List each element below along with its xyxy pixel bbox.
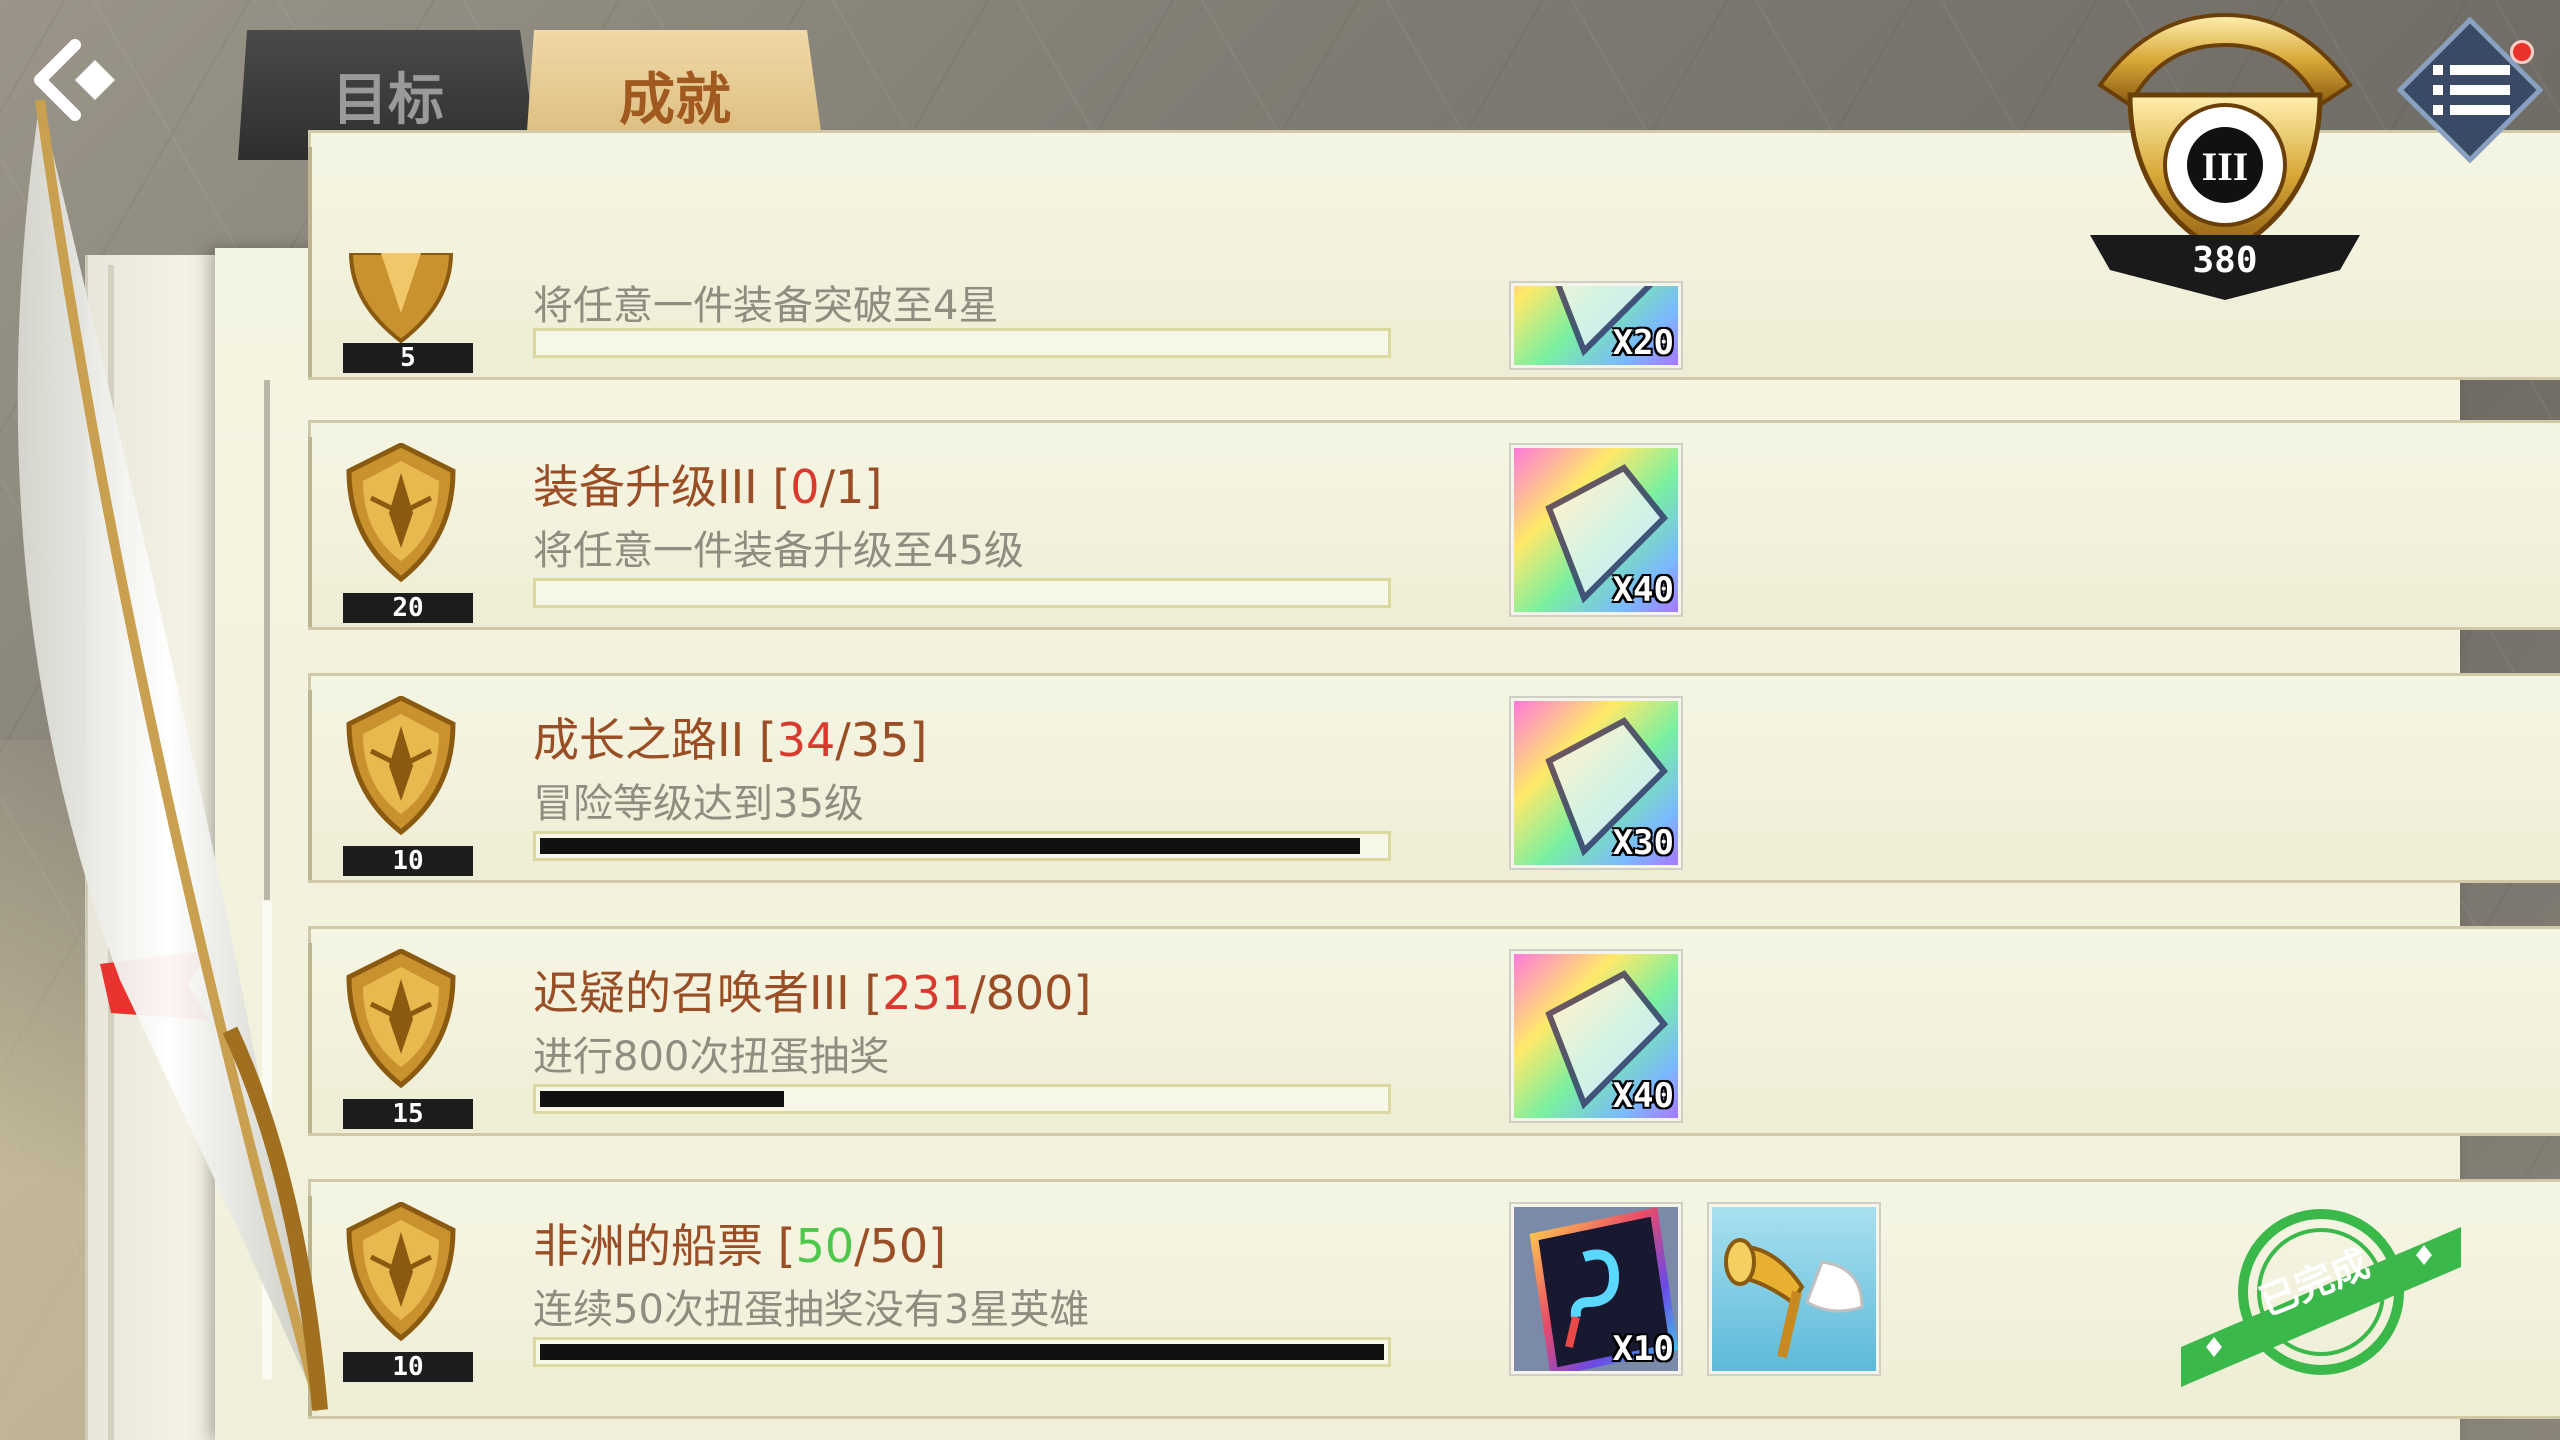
reward-count: X40 xyxy=(1612,570,1674,610)
reward-count: X10 xyxy=(1612,1329,1674,1369)
reward-item[interactable]: X40 xyxy=(1511,445,1681,615)
bracket-open: [ xyxy=(864,966,883,1020)
rank-points: 380 xyxy=(2192,240,2258,281)
achievement-title: 非洲的船票 [50/50] xyxy=(533,1210,946,1276)
reward-count: X40 xyxy=(1612,1076,1674,1116)
reward-item[interactable]: X20 xyxy=(1511,283,1681,368)
progress-fill xyxy=(540,1091,784,1107)
medal-points: 5 xyxy=(343,343,473,373)
progress-separator: / xyxy=(835,713,851,767)
bracket-close: ] xyxy=(928,1219,947,1273)
progress-total: 800 xyxy=(985,966,1074,1020)
title-text: 成长之路II xyxy=(533,713,745,767)
achievement-row: 20 装备升级III [0/1] 将任意一件装备升级至45级 X40 xyxy=(308,420,2560,630)
progress-fill xyxy=(540,1344,1384,1360)
back-arrow-icon xyxy=(34,39,115,121)
medal-points: 10 xyxy=(343,846,473,876)
shield-medal-icon xyxy=(346,1202,456,1342)
achievement-description: 冒险等级达到35级 xyxy=(533,781,864,827)
reward-count: X20 xyxy=(1612,323,1674,363)
achievement-description: 将任意一件装备突破至4星 xyxy=(533,283,999,329)
reward-item[interactable]: X30 xyxy=(1511,698,1681,868)
shield-medal-icon xyxy=(346,443,456,583)
progress-current: 0 xyxy=(790,460,820,514)
golden-horn-icon xyxy=(1712,1207,1876,1371)
progress-total: 50 xyxy=(869,1219,929,1273)
bracket-open: [ xyxy=(758,713,777,767)
progress-bar xyxy=(533,328,1391,358)
achievement-row: 10 非洲的船票 [50/50] 连续50次扭蛋抽奖没有3星英雄 X10 已完成 xyxy=(308,1179,2560,1419)
title-text: 非洲的船票 xyxy=(533,1219,763,1273)
progress-bar xyxy=(533,578,1391,608)
reward-item[interactable]: X40 xyxy=(1511,951,1681,1121)
progress-current: 34 xyxy=(776,713,836,767)
rank-roman: III xyxy=(2202,144,2249,189)
achievement-title: 装备升级III [0/1] xyxy=(533,451,882,517)
achievement-row: 10 成长之路II [34/35] 冒险等级达到35级 X30 xyxy=(308,673,2560,883)
bracket-open: [ xyxy=(772,460,791,514)
progress-current: 231 xyxy=(882,966,971,1020)
achievement-description: 连续50次扭蛋抽奖没有3星英雄 xyxy=(533,1287,1090,1333)
progress-current: 50 xyxy=(795,1219,855,1273)
bracket-close: ] xyxy=(1073,966,1092,1020)
progress-total: 1 xyxy=(835,460,865,514)
progress-separator: / xyxy=(970,966,986,1020)
achievement-title: 迟疑的召唤者III [231/800] xyxy=(533,957,1091,1023)
menu-button[interactable] xyxy=(2395,15,2545,165)
medal-points: 15 xyxy=(343,1099,473,1129)
progress-bar xyxy=(533,831,1391,861)
shield-medal-icon xyxy=(346,949,456,1089)
bracket-close: ] xyxy=(909,713,928,767)
medal-points: 10 xyxy=(343,1352,473,1382)
achievement-description: 进行800次扭蛋抽奖 xyxy=(533,1034,890,1080)
reward-item[interactable] xyxy=(1709,1204,1879,1374)
scrollbar-thumb[interactable] xyxy=(262,900,272,1380)
bracket-open: [ xyxy=(777,1219,796,1273)
progress-fill xyxy=(540,838,1360,854)
medal-points: 20 xyxy=(343,593,473,623)
title-text: 装备升级III xyxy=(533,460,758,514)
back-button[interactable] xyxy=(30,30,140,130)
shield-medal-icon xyxy=(348,253,454,343)
shield-medal-icon xyxy=(346,696,456,836)
progress-separator: / xyxy=(854,1219,870,1273)
achievement-row: 15 迟疑的召唤者III [231/800] 进行800次扭蛋抽奖 X40 xyxy=(308,926,2560,1136)
achievement-description: 将任意一件装备升级至45级 xyxy=(533,528,1024,574)
achievement-title: 成长之路II [34/35] xyxy=(533,704,927,770)
reward-item[interactable]: X10 xyxy=(1511,1204,1681,1374)
progress-separator: / xyxy=(819,460,836,514)
progress-total: 35 xyxy=(850,713,910,767)
progress-bar xyxy=(533,1337,1391,1367)
title-text: 迟疑的召唤者III xyxy=(533,966,850,1020)
bracket-close: ] xyxy=(864,460,883,514)
progress-bar xyxy=(533,1084,1391,1114)
reward-count: X30 xyxy=(1612,823,1674,863)
notification-dot xyxy=(2510,40,2534,64)
